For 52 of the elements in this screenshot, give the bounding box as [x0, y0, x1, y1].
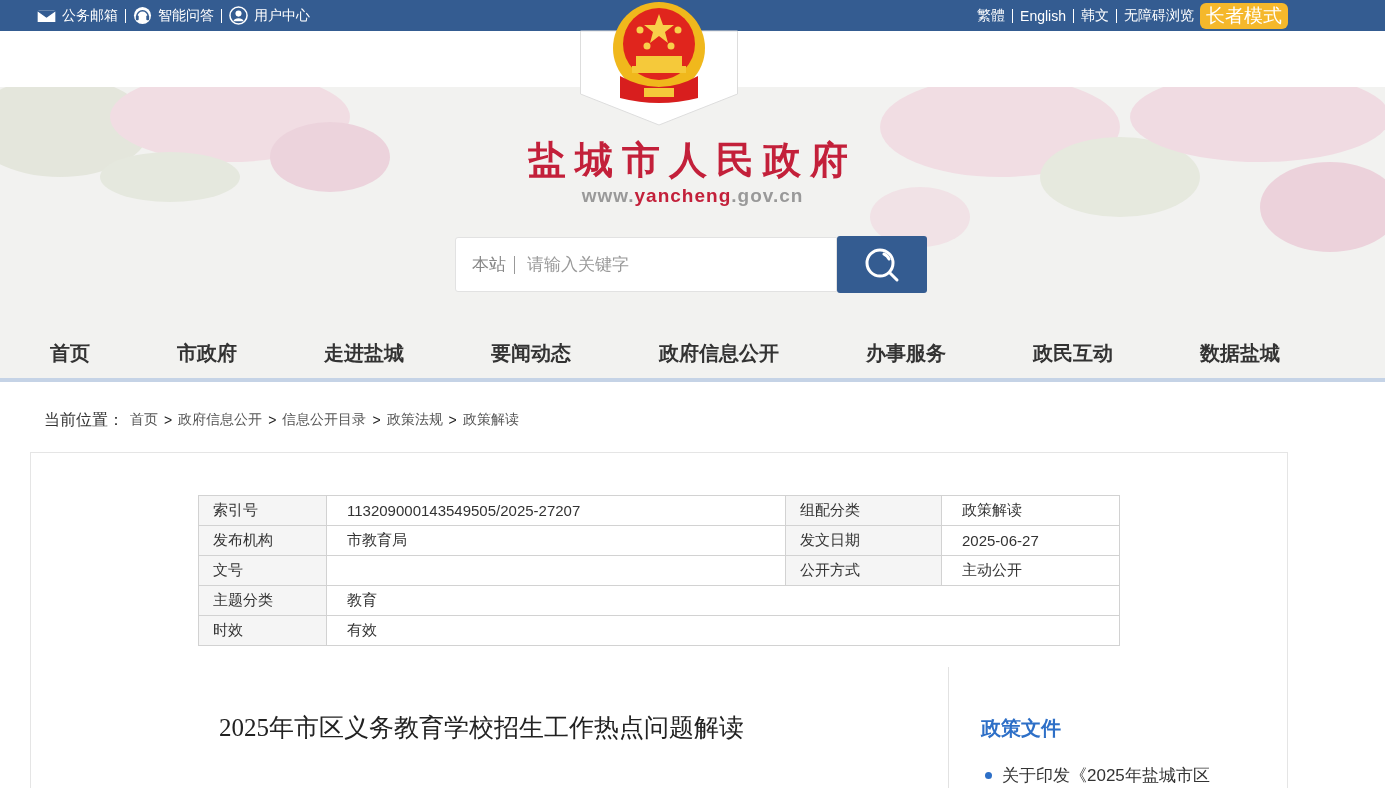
table-label: 发布机构: [198, 525, 327, 556]
top-link[interactable]: 智能问答: [133, 6, 214, 25]
nav-item[interactable]: 办事服务: [865, 339, 946, 367]
nav-item[interactable]: 政府信息公开: [658, 339, 779, 367]
sidebar-link[interactable]: 关于印发《2025年盐城市区: [1002, 764, 1210, 787]
table-label: 公开方式: [785, 555, 942, 586]
breadcrumb-link[interactable]: 政府信息公开: [178, 411, 263, 429]
breadcrumb-link[interactable]: 政策法规: [386, 411, 443, 429]
table-label: 发文日期: [785, 525, 942, 556]
table-label: 文号: [198, 555, 327, 586]
site-title: 盐城市人民政府: [528, 138, 857, 183]
user-icon: [229, 6, 248, 25]
table-value: 113209000143549505/2025-27207: [347, 502, 581, 519]
breadcrumb-separator: >: [268, 412, 277, 428]
table-label: 组配分类: [785, 495, 942, 526]
article-title: 2025年市区义务教育学校招生工作热点问题解读: [219, 713, 745, 743]
search-scope[interactable]: 本站: [471, 255, 515, 274]
table-value: 2025-06-27: [962, 532, 1039, 549]
top-link[interactable]: 繁體: [977, 6, 1006, 25]
nav-item[interactable]: 走进盐城: [324, 339, 405, 367]
table-label: 索引号: [198, 495, 327, 526]
nav-item[interactable]: 要闻动态: [491, 339, 572, 367]
sidebar-heading: 政策文件: [981, 716, 1062, 741]
table-label: 主题分类: [198, 585, 327, 616]
top-link[interactable]: 用户中心: [229, 6, 310, 25]
nav-item[interactable]: 数据盐城: [1200, 339, 1280, 367]
table-value: 教育: [347, 591, 377, 608]
top-link[interactable]: English: [1020, 7, 1066, 24]
breadcrumb-link[interactable]: 首页: [130, 411, 158, 429]
breadcrumb-separator: >: [164, 412, 173, 428]
table-label: 时效: [198, 615, 327, 646]
top-link[interactable]: 韩文: [1081, 6, 1109, 25]
search-button[interactable]: [836, 236, 927, 293]
breadcrumb-separator: >: [372, 412, 381, 428]
table-value: 市教育局: [347, 531, 407, 548]
nav-item[interactable]: 首页: [50, 339, 90, 367]
table-value: 主动公开: [962, 561, 1022, 578]
mail-icon: [37, 8, 56, 23]
bullet-icon: [985, 772, 992, 779]
nav-item[interactable]: 市政府: [177, 339, 238, 367]
top-link[interactable]: 无障碍浏览: [1124, 6, 1194, 25]
nav-item[interactable]: 政民互动: [1032, 339, 1113, 367]
table-value: 有效: [347, 621, 377, 638]
breadcrumb-label: 当前位置：: [44, 409, 124, 430]
search-field[interactable]: 本站 请输入关键字: [454, 237, 837, 292]
top-link[interactable]: 公务邮箱: [37, 6, 118, 25]
site-url: www.yancheng.gov.cn: [581, 185, 804, 207]
headset-icon: [133, 6, 152, 25]
breadcrumb-link[interactable]: 信息公开目录: [282, 411, 367, 429]
breadcrumb-link[interactable]: 政策解读: [462, 411, 519, 429]
breadcrumb-separator: >: [448, 412, 457, 428]
table-value: 政策解读: [962, 501, 1022, 518]
